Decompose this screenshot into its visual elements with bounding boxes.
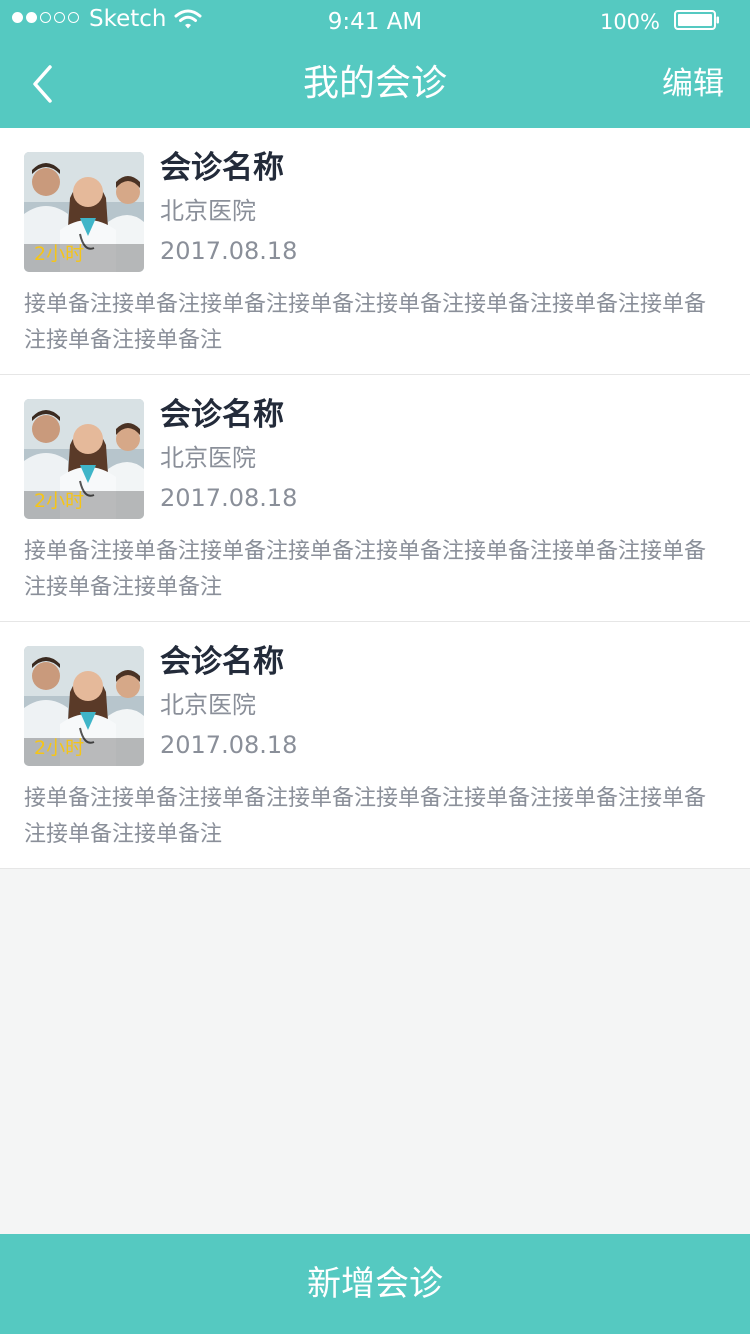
add-consultation-button[interactable]: 新增会诊 [0,1234,750,1334]
consultation-date: 2017.08.18 [160,731,298,759]
duration-badge: 2小时 [34,737,85,759]
chevron-left-icon [33,65,52,103]
battery-icon [674,10,719,30]
doctors-thumbnail: 2小时 [24,152,144,272]
page-title: 我的会诊 [302,63,447,104]
consultation-title: 会诊名称 [160,150,284,186]
nav-bar: 我的会诊 编辑 [0,40,750,128]
duration-badge: 2小时 [34,243,85,265]
consultation-list: 2小时 会诊名称 北京医院 2017.08.18 接单备注接单备注接单备注接单备… [0,128,750,869]
consultation-item[interactable]: 2小时 会诊名称 北京医院 2017.08.18 接单备注接单备注接单备注接单备… [0,375,750,622]
consultation-note: 接单备注接单备注接单备注接单备注接单备注接单备注接单备注接单备注接单备注接单备注 [24,292,707,353]
status-bar: Sketch 9:41 AM 100% [0,0,750,40]
screen: Sketch 9:41 AM 100% 我的会诊 编辑 2小时 会诊名称 北京医… [0,0,750,1334]
doctors-thumbnail: 2小时 [24,646,144,766]
consultation-item[interactable]: 2小时 会诊名称 北京医院 2017.08.18 接单备注接单备注接单备注接单备… [0,128,750,375]
consultation-note: 接单备注接单备注接单备注接单备注接单备注接单备注接单备注接单备注接单备注接单备注 [24,539,707,600]
battery-percent: 100% [599,10,660,34]
consultation-title: 会诊名称 [160,397,284,433]
consultation-date: 2017.08.18 [160,237,298,265]
consultation-item[interactable]: 2小时 会诊名称 北京医院 2017.08.18 接单备注接单备注接单备注接单备… [0,622,750,869]
back-button[interactable] [20,60,64,108]
hospital-name: 北京医院 [160,444,256,472]
hospital-name: 北京医院 [160,691,256,719]
edit-button[interactable]: 编辑 [662,40,724,128]
header: Sketch 9:41 AM 100% 我的会诊 编辑 [0,0,750,128]
doctors-thumbnail: 2小时 [24,399,144,519]
duration-badge: 2小时 [34,490,85,512]
consultation-date: 2017.08.18 [160,484,298,512]
consultation-note: 接单备注接单备注接单备注接单备注接单备注接单备注接单备注接单备注接单备注接单备注 [24,786,707,847]
hospital-name: 北京医院 [160,197,256,225]
consultation-title: 会诊名称 [160,644,284,680]
